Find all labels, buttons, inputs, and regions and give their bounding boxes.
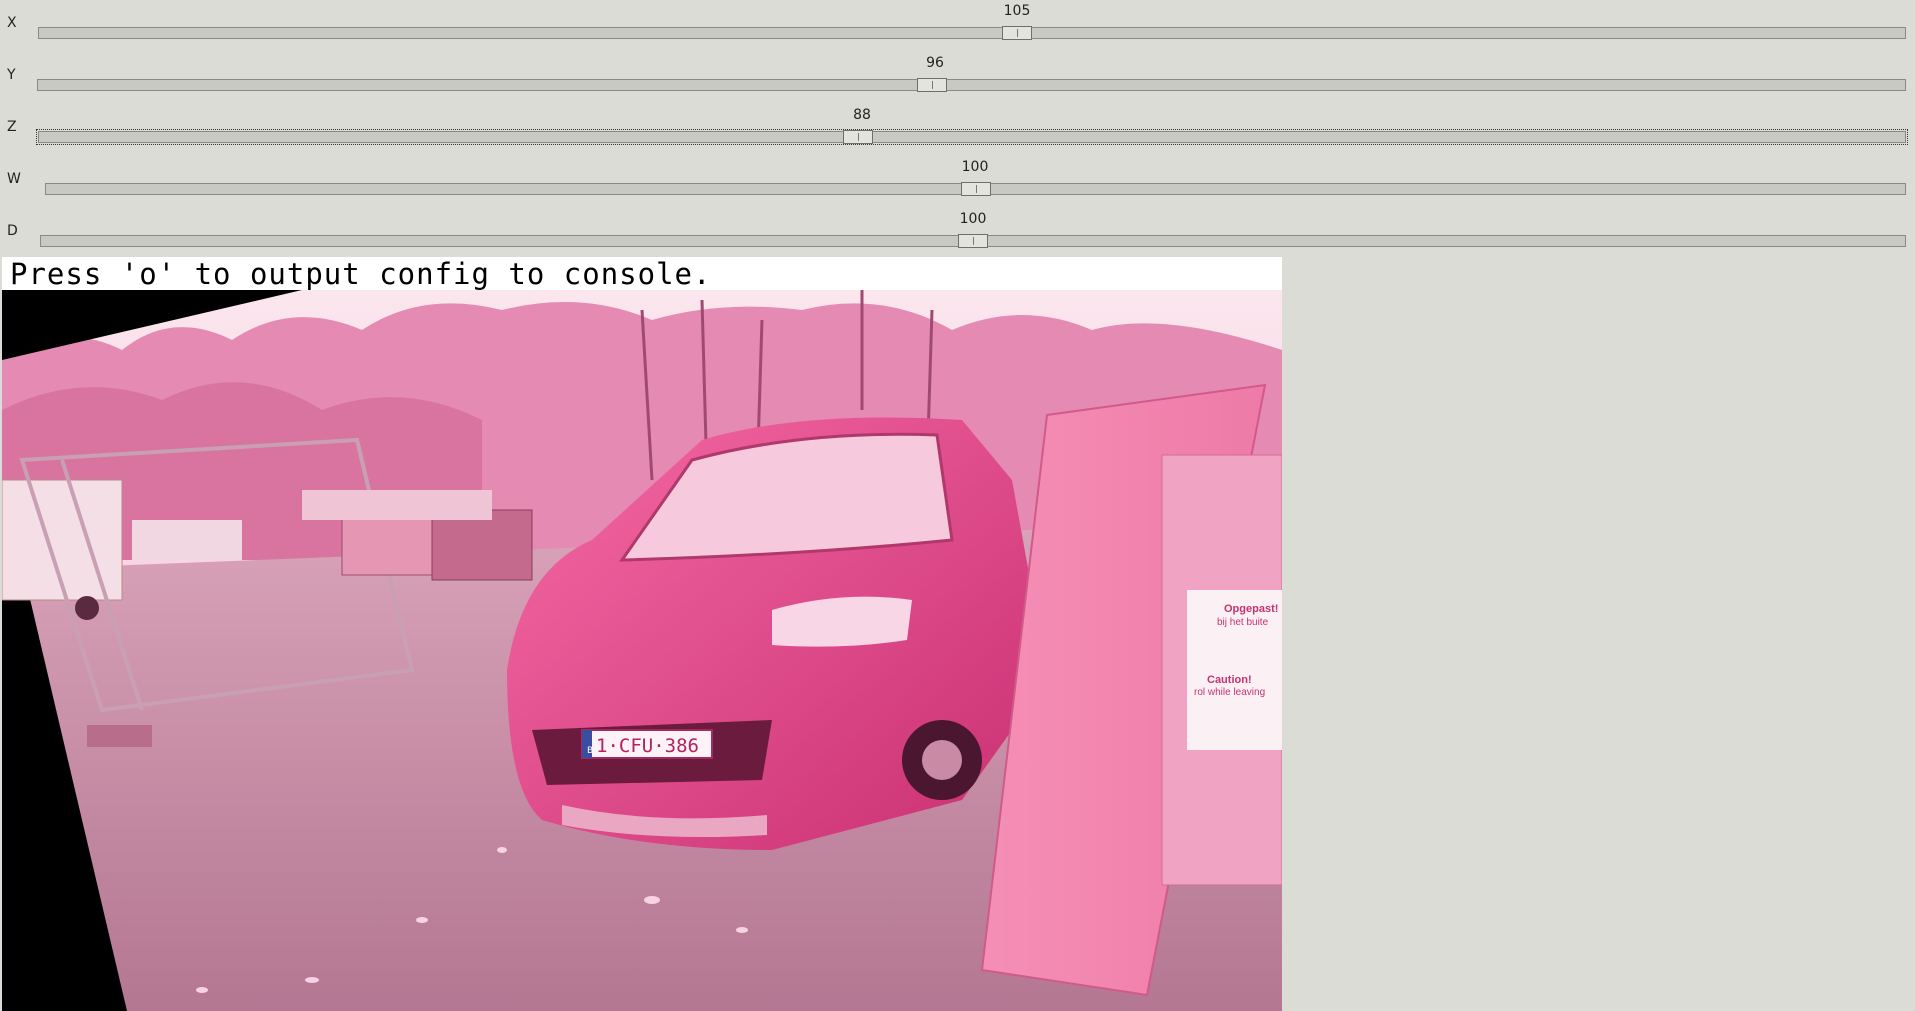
sign-sub-en: rol while leaving	[1194, 687, 1265, 698]
site-hut	[302, 490, 492, 520]
slider-label: W	[7, 171, 21, 187]
slider-value: 88	[853, 107, 871, 123]
slider-d[interactable]	[40, 234, 1906, 248]
sign-title-en: Caution!	[1207, 674, 1252, 686]
slider-label: Z	[7, 119, 17, 135]
slider-x[interactable]	[38, 26, 1906, 40]
container-striped	[341, 514, 433, 576]
slider-w[interactable]	[45, 182, 1906, 196]
slider-row-w: W 100	[0, 156, 1915, 208]
slider-value: 96	[926, 55, 944, 71]
plate-prefix: B	[587, 746, 593, 756]
slider-row-y: Y 96	[0, 52, 1915, 104]
container	[431, 509, 533, 581]
distant-van	[132, 520, 242, 560]
sign-sub-nl: bij het buite	[1217, 617, 1269, 628]
slider-label: D	[7, 223, 18, 239]
slider-w-thumb[interactable]	[960, 182, 991, 196]
slider-row-x: X 105	[0, 0, 1915, 52]
slider-z[interactable]	[36, 129, 1908, 145]
sign-title-nl: Opgepast!	[1224, 603, 1278, 615]
slider-value: 100	[959, 211, 987, 227]
license-plate: B 1·CFU·386	[581, 729, 713, 759]
slider-label: Y	[7, 67, 16, 83]
caption-text: Press 'o' to output config to console.	[10, 257, 712, 291]
plate-number: 1·CFU·386	[596, 735, 699, 757]
camera-image: B 1·CFU·386 Opgepast! bij het buite Caut…	[2, 290, 1282, 1011]
slider-value: 100	[961, 159, 989, 175]
slider-d-thumb[interactable]	[958, 234, 988, 248]
slider-row-z: Z 88	[0, 104, 1915, 156]
fence-base	[87, 725, 152, 747]
slider-x-thumb[interactable]	[1001, 26, 1032, 40]
slider-y[interactable]	[37, 78, 1906, 92]
slider-y-thumb[interactable]	[917, 78, 948, 92]
slider-value: 105	[1003, 3, 1031, 19]
slider-z-thumb[interactable]	[843, 130, 874, 144]
image-view: Press 'o' to output config to console. B…	[2, 257, 1282, 1011]
slider-label: X	[7, 15, 17, 31]
slider-row-d: D 100	[0, 208, 1915, 260]
